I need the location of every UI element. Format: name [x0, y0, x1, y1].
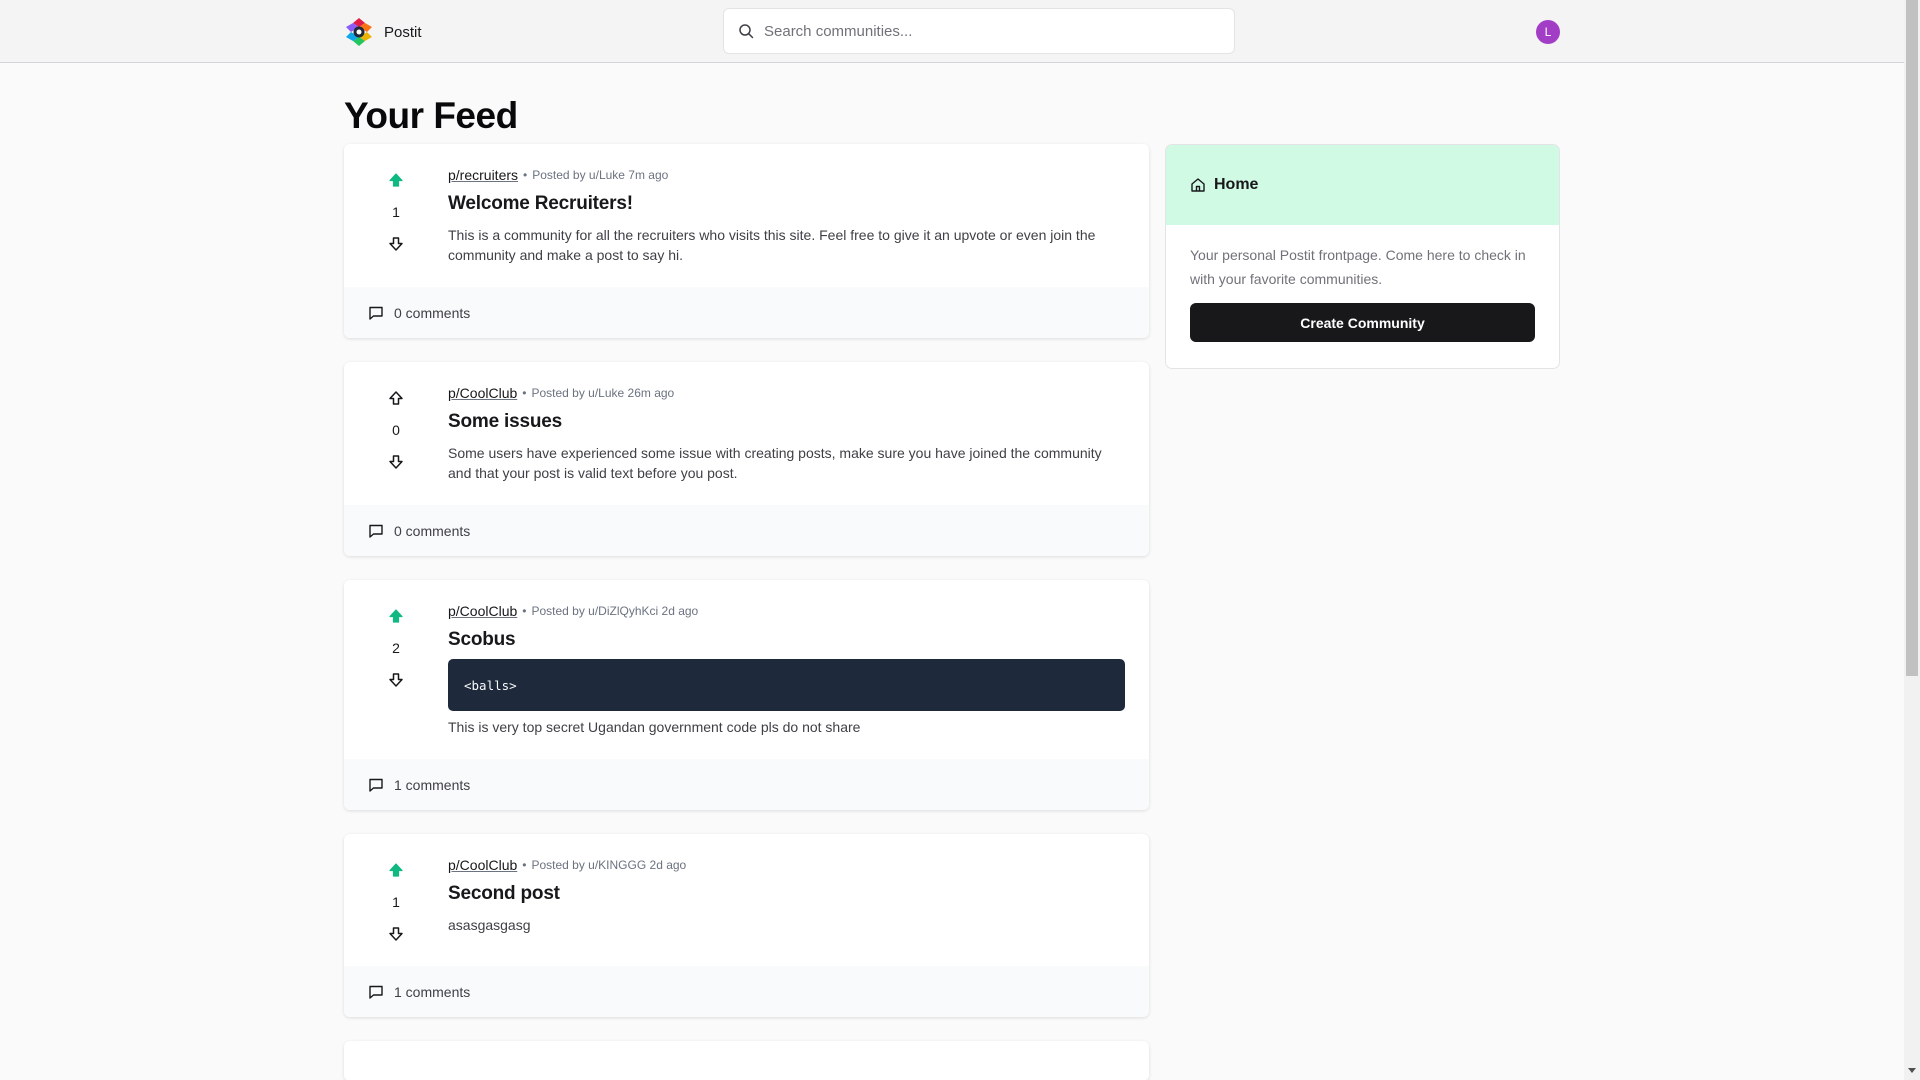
community-link[interactable]: p/recruiters	[448, 167, 518, 183]
search-box[interactable]	[723, 8, 1235, 54]
post-feed: 1 p/recruiters • Posted by u/Luke 7m ago…	[344, 144, 1149, 1080]
comments-link[interactable]: 0 comments	[344, 287, 1149, 338]
upvote-button[interactable]	[386, 606, 406, 626]
search-input[interactable]	[764, 22, 1204, 40]
user-avatar[interactable]: L	[1536, 20, 1560, 44]
top-navbar: Postit L	[0, 0, 1904, 63]
vote-count: 1	[392, 204, 400, 220]
page-title: Your Feed	[344, 95, 518, 136]
post-title[interactable]: Welcome Recruiters!	[448, 193, 1128, 215]
avatar-initial: L	[1544, 25, 1552, 39]
post-title[interactable]: Some issues	[448, 411, 1128, 433]
vote-count: 0	[392, 422, 400, 438]
sidebar-description: Your personal Postit frontpage. Come her…	[1190, 247, 1526, 287]
upvote-icon	[389, 863, 403, 877]
vote-column: 1	[368, 856, 424, 944]
community-link[interactable]: p/CoolClub	[448, 603, 517, 619]
brand-link[interactable]: Postit	[344, 17, 422, 47]
post-card: 0 p/CoolClub • Posted by u/Luke 26m ago …	[344, 362, 1149, 556]
post-text: This is very top secret Ugandan governme…	[448, 719, 861, 735]
meta-separator: •	[523, 168, 528, 182]
search-icon	[739, 24, 754, 39]
downvote-icon	[389, 927, 403, 941]
post-title[interactable]: Second post	[448, 883, 1128, 905]
comment-count: 0 comments	[394, 304, 471, 321]
vote-column: 0	[368, 384, 424, 483]
posted-by: Posted by u/Luke 7m ago	[532, 168, 669, 182]
downvote-icon	[389, 673, 403, 687]
post-card: 2 p/CoolClub • Posted by u/DiZlQyhKci 2d…	[344, 580, 1149, 810]
page-scrollbar[interactable]	[1904, 0, 1920, 1080]
comment-count: 1 comments	[394, 776, 471, 793]
upvote-icon	[389, 391, 403, 405]
downvote-button[interactable]	[386, 452, 406, 472]
postit-logo	[346, 18, 372, 46]
comment-icon	[369, 524, 383, 538]
community-link[interactable]: p/CoolClub	[448, 385, 517, 401]
post-card: 1 p/CoolClub • Posted by u/KINGGG 2d ago…	[344, 834, 1149, 1017]
post-text: Some users have experienced some issue w…	[448, 445, 1102, 481]
comments-link[interactable]: 1 comments	[344, 759, 1149, 810]
post-card	[344, 1041, 1149, 1080]
post-meta: p/recruiters • Posted by u/Luke 7m ago	[448, 166, 1128, 184]
downvote-button[interactable]	[386, 234, 406, 254]
home-sidebar: Home Your personal Postit frontpage. Com…	[1165, 144, 1560, 369]
post-meta: p/CoolClub • Posted by u/KINGGG 2d ago	[448, 856, 1128, 874]
upvote-button[interactable]	[386, 388, 406, 408]
upvote-button[interactable]	[386, 860, 406, 880]
downvote-icon	[389, 455, 403, 469]
upvote-icon	[389, 173, 403, 187]
posted-by: Posted by u/Luke 26m ago	[531, 386, 675, 400]
upvote-button[interactable]	[386, 170, 406, 190]
post-text: This is a community for all the recruite…	[448, 227, 1096, 263]
posted-by: Posted by u/DiZlQyhKci 2d ago	[531, 604, 699, 618]
vote-column: 1	[368, 166, 424, 265]
create-community-button[interactable]: Create Community	[1190, 303, 1535, 342]
post-card: 1 p/recruiters • Posted by u/Luke 7m ago…	[344, 144, 1149, 338]
code-block: <balls>	[448, 659, 1125, 711]
post-meta: p/CoolClub • Posted by u/DiZlQyhKci 2d a…	[448, 602, 1128, 620]
vote-count: 2	[392, 640, 400, 656]
comment-icon	[369, 306, 383, 320]
downvote-button[interactable]	[386, 924, 406, 944]
post-meta: p/CoolClub • Posted by u/Luke 26m ago	[448, 384, 1128, 402]
upvote-icon	[389, 609, 403, 623]
posted-by: Posted by u/KINGGG 2d ago	[531, 858, 687, 872]
meta-separator: •	[522, 858, 527, 872]
home-icon	[1191, 178, 1205, 192]
community-link[interactable]: p/CoolClub	[448, 857, 517, 873]
vote-count: 1	[392, 894, 400, 910]
sidebar-header: Home	[1166, 145, 1559, 225]
meta-separator: •	[522, 604, 527, 618]
vote-column: 2	[368, 602, 424, 737]
comment-count: 1 comments	[394, 983, 471, 1000]
post-text: asasgasgasg	[448, 917, 531, 933]
scroll-down-icon[interactable]	[1908, 1068, 1916, 1073]
post-title[interactable]: Scobus	[448, 629, 1128, 651]
comments-link[interactable]: 0 comments	[344, 505, 1149, 556]
comment-icon	[369, 778, 383, 792]
comment-count: 0 comments	[394, 522, 471, 539]
sidebar-title: Home	[1214, 176, 1259, 193]
comment-icon	[369, 985, 383, 999]
brand-name: Postit	[384, 23, 422, 41]
comments-link[interactable]: 1 comments	[344, 966, 1149, 1017]
downvote-button[interactable]	[386, 670, 406, 690]
meta-separator: •	[522, 386, 527, 400]
scrollbar-thumb[interactable]	[1906, 0, 1918, 676]
downvote-icon	[389, 237, 403, 251]
